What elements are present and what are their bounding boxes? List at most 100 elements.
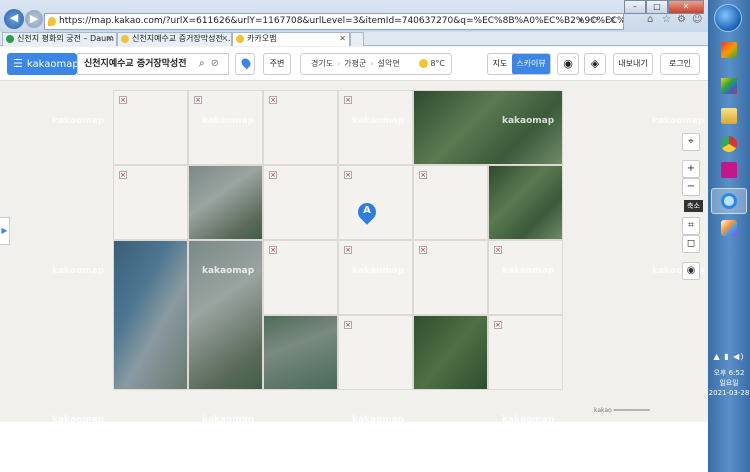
tab-kakaomap[interactable]: 카카오맵 ✕ — [232, 32, 350, 46]
folder-icon — [721, 108, 737, 124]
new-tab-button[interactable] — [350, 32, 364, 46]
kakaomap-logo[interactable]: ☰ kakaomap — [7, 53, 79, 75]
broken-image-icon: × — [419, 246, 427, 254]
map-tile: × — [188, 90, 263, 165]
weather-indicator: 8°C — [419, 54, 445, 74]
maximize-button[interactable]: □ — [646, 0, 668, 14]
address-url: https://map.kakao.com/?urlX=611626&urlY=… — [59, 16, 623, 26]
map-watermark: kakaomap — [352, 415, 405, 422]
browser-window: ◀ ▶ https://map.kakao.com/?urlX=611626&u… — [0, 0, 708, 422]
map-watermark: kakaomap — [202, 116, 255, 126]
clear-icon[interactable]: ⊘ — [211, 58, 225, 69]
clock-date: 2021-03-28 — [708, 389, 750, 397]
measure-distance-icon[interactable]: ⌗ — [682, 217, 700, 235]
page-bottom — [0, 422, 708, 472]
map-watermark: kakaomap — [52, 415, 105, 422]
broken-image-icon: × — [494, 321, 502, 329]
home-icon[interactable]: ⌂ — [647, 15, 657, 25]
map-watermark: kakaomap — [502, 116, 555, 126]
taskbar-app-office[interactable] — [716, 40, 742, 62]
login-button[interactable]: 로그인 — [660, 53, 700, 75]
taskbar-app-ie[interactable] — [711, 188, 747, 214]
search-icon[interactable]: ⌕ — [199, 58, 211, 69]
taskbar-app-paint[interactable] — [716, 76, 742, 98]
layers-icon[interactable]: ◈ — [584, 53, 606, 75]
map-tile: × — [263, 90, 338, 165]
paint-icon — [721, 78, 737, 94]
close-tab-icon[interactable]: ✕ — [106, 33, 113, 45]
back-button[interactable]: ◀ — [4, 9, 24, 29]
map-watermark: kakaomap — [352, 266, 405, 276]
measure-area-icon[interactable]: ◻ — [682, 235, 700, 253]
tab-search[interactable]: 신천지예수교 증거장막성전 ... ✕ — [117, 32, 232, 46]
map-watermark: kakaomap — [52, 266, 105, 276]
broken-image-icon: × — [119, 171, 127, 179]
address-actions[interactable]: ▾ ⟳ ✕ — [579, 14, 619, 29]
map-tile: × — [263, 240, 338, 315]
chrome-icon — [721, 136, 737, 152]
taskbar-app-chrome[interactable] — [716, 134, 742, 156]
search-input[interactable]: 신천지예수교 증거장막성전 ⌕⊘ — [77, 53, 229, 75]
zoom-in-button[interactable]: + — [682, 160, 700, 178]
map-mode-toggle[interactable]: 지도 스카이뷰 — [487, 53, 551, 75]
media-player-icon — [721, 162, 737, 178]
map-tile: × — [113, 90, 188, 165]
smiley-icon[interactable]: ☺ — [692, 15, 702, 25]
directions-pin-button[interactable] — [235, 53, 255, 75]
taskbar-app-explorer[interactable] — [716, 106, 742, 128]
map-watermark: kakaomap — [202, 415, 255, 422]
office-icon — [721, 42, 737, 58]
map-tile: × — [413, 165, 488, 240]
minimize-button[interactable]: – — [624, 0, 646, 14]
side-panel-toggle[interactable]: ▶ — [0, 217, 10, 245]
map-tile: × — [413, 240, 488, 315]
map-canvas[interactable]: × × × × × × × × × × × × × × kakaomap kak… — [0, 82, 708, 422]
settings-gear-icon[interactable]: ⚙ — [677, 15, 687, 25]
region-breadcrumb[interactable]: 경기도 › 가평군 › 설악면 8°C — [300, 53, 452, 75]
share-button[interactable]: 내보내기 — [613, 53, 653, 75]
satellite-tile — [488, 165, 563, 240]
internet-explorer-icon — [721, 193, 737, 209]
close-window-button[interactable]: ✕ — [668, 0, 704, 14]
kakao-favicon-icon — [236, 35, 244, 43]
forward-button[interactable]: ▶ — [25, 10, 43, 28]
clock-time[interactable]: 오후 6:52 — [708, 368, 750, 378]
close-tab-icon[interactable]: ✕ — [339, 33, 346, 45]
close-tab-icon[interactable]: ✕ — [221, 33, 228, 45]
taskbar-app-media[interactable] — [716, 160, 742, 182]
tray-icons[interactable]: ▲ ▮ ◀) — [708, 352, 750, 362]
menu-icon[interactable]: ☰ — [13, 57, 23, 70]
address-bar[interactable]: https://map.kakao.com/?urlX=611626&urlY=… — [44, 13, 624, 30]
map-tile: × — [338, 90, 413, 165]
map-tile: × — [113, 165, 188, 240]
map-mode-normal[interactable]: 지도 — [488, 54, 512, 74]
broken-image-icon: × — [269, 246, 277, 254]
map-tile: × — [488, 315, 563, 390]
nearby-button[interactable]: 주변 — [263, 53, 291, 75]
map-watermark: kakaomap — [652, 116, 705, 126]
roadview-pin-icon[interactable]: ◉ — [682, 262, 700, 280]
map-tile: × — [338, 315, 413, 390]
window-controls: – □ ✕ — [624, 0, 704, 14]
tab-daum[interactable]: 신천지 평화의 궁전 – Daum ... ✕ — [2, 32, 117, 46]
clock-weekday: 일요일 — [719, 379, 739, 387]
map-mode-skyview[interactable]: 스카이뷰 — [512, 54, 550, 74]
location-marker-a[interactable]: A — [354, 199, 380, 231]
favorites-star-icon[interactable]: ☆ — [662, 15, 672, 25]
map-tile: × — [263, 165, 338, 240]
tab-bar: 신천지 평화의 궁전 – Daum ... ✕ 신천지예수교 증거장막성전 ..… — [0, 32, 708, 46]
roadview-icon[interactable]: ◉ — [557, 53, 579, 75]
satellite-tile — [188, 165, 263, 240]
zoom-out-button[interactable]: − — [682, 178, 700, 196]
broken-image-icon: × — [419, 171, 427, 179]
taskbar-app-paint2[interactable] — [716, 218, 742, 240]
broken-image-icon: × — [344, 321, 352, 329]
start-button[interactable] — [714, 4, 742, 32]
broken-image-icon: × — [269, 171, 277, 179]
satellite-tile — [413, 90, 563, 165]
my-location-icon[interactable]: ⌖ — [682, 133, 700, 151]
map-tile: × — [488, 240, 563, 315]
site-favicon-icon — [48, 17, 56, 26]
satellite-tile — [263, 315, 338, 390]
browser-tools: ⌂ ☆ ⚙ ☺ — [647, 15, 702, 25]
